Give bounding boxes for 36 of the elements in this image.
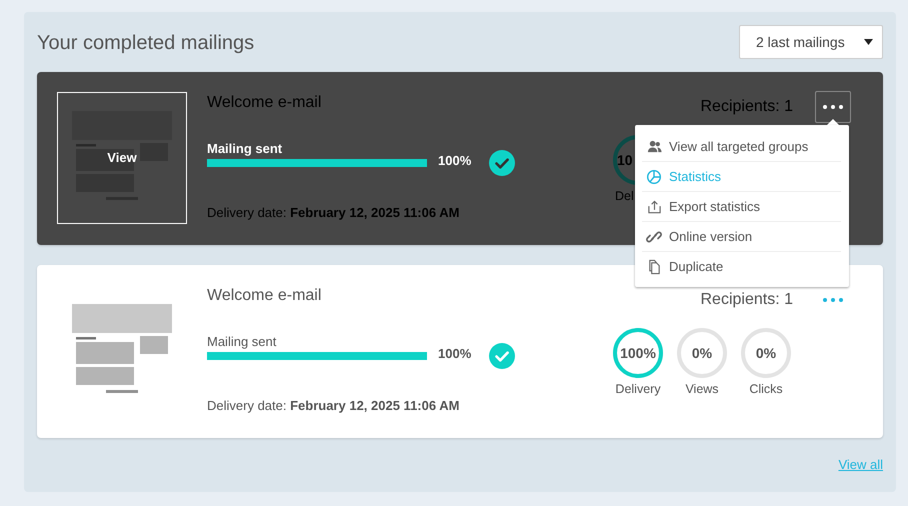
progress-ring	[612, 134, 635, 186]
progress-reading: 100%	[438, 155, 472, 167]
menu-item[interactable]: View all targeted groups	[642, 132, 841, 161]
mailings-dropdown[interactable]: 2 last mailings	[739, 25, 883, 59]
view-label[interactable]: View	[58, 150, 186, 165]
stat-label: Del	[615, 189, 634, 203]
mailing-title: Welcome e-mail	[207, 94, 322, 113]
upload-icon	[646, 198, 662, 214]
menu-item[interactable]: Duplicate	[642, 251, 841, 281]
stat-value: 0%	[754, 344, 778, 362]
progress-label: Mailing sent	[207, 334, 278, 349]
stat-value: 10	[617, 151, 633, 169]
panel-title: Your completed mailings	[37, 30, 254, 54]
delivery-date: Delivery date: February 12, 2025 11:06 AM	[207, 205, 460, 220]
progress-ring	[612, 327, 664, 379]
recipients-count: Recipients: 1	[700, 98, 793, 116]
progress-ring	[676, 327, 728, 379]
recipients-count: Recipients: 1	[700, 291, 793, 309]
progress-ring	[740, 327, 792, 379]
more-button[interactable]	[815, 91, 851, 123]
thumbnail-frame[interactable]: View	[57, 92, 187, 224]
stat-label: Views	[685, 382, 719, 396]
mailing-title: Welcome e-mail	[207, 287, 322, 306]
menu-item[interactable]: Online version	[642, 221, 841, 251]
stat-label: Clicks	[749, 382, 783, 396]
link-icon	[646, 228, 662, 244]
stat-value: 100%	[619, 344, 657, 362]
progress-reading: 100%	[438, 348, 472, 360]
caret-icon	[864, 39, 873, 45]
people-icon	[646, 138, 662, 154]
stat-value: 0%	[690, 344, 714, 362]
menu-item[interactable]: Export statistics	[642, 191, 841, 221]
stat-label: Delivery	[615, 382, 661, 396]
delivery-date: Delivery date: February 12, 2025 11:06 AM	[207, 398, 460, 413]
progress-label: Mailing sent	[207, 141, 284, 156]
pie-chart-icon	[646, 168, 662, 184]
